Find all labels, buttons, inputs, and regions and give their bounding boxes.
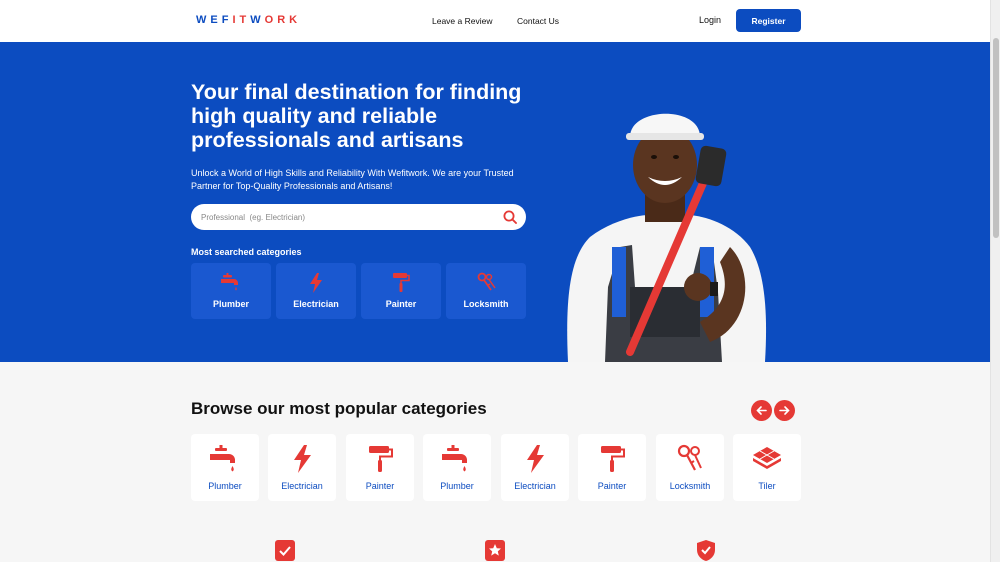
hero-category-label: Painter: [385, 299, 417, 309]
arrow-left-icon: [756, 406, 767, 415]
category-card-locksmith[interactable]: Locksmith: [656, 434, 724, 501]
category-card-tiler[interactable]: Tiler: [733, 434, 801, 501]
lightning-icon: [294, 445, 311, 473]
paint-roller-icon: [393, 273, 410, 292]
search-icon[interactable]: [503, 210, 517, 224]
lightning-icon: [527, 445, 544, 473]
faucet-icon: [442, 445, 467, 472]
register-button[interactable]: Register: [736, 9, 801, 32]
star-badge-icon: [485, 540, 505, 561]
paint-roller-icon: [369, 446, 393, 472]
category-card-plumber-2[interactable]: Plumber: [423, 434, 491, 501]
category-label: Tiler: [758, 481, 776, 491]
lightning-icon: [310, 273, 322, 293]
page-scrollbar[interactable]: [990, 0, 1000, 562]
hero-subtitle: Unlock a World of High Skills and Reliab…: [191, 168, 514, 191]
hero-category-label: Plumber: [212, 299, 249, 309]
keys-icon: [477, 272, 496, 291]
keys-icon: [677, 444, 702, 471]
shield-check-icon: [697, 540, 715, 561]
hero-category-locksmith[interactable]: Locksmith: [446, 263, 526, 319]
wefitwork-logo[interactable]: WEFITWORK: [196, 14, 301, 26]
hero-category-painter[interactable]: Painter: [361, 263, 441, 319]
category-label: Plumber: [440, 481, 474, 491]
hero-category-electrician[interactable]: Electrician: [276, 263, 356, 319]
category-card-painter[interactable]: Painter: [346, 434, 414, 501]
category-label: Locksmith: [669, 481, 711, 491]
site-header: WEFITWORK Leave a Review Contact Us Logi…: [0, 0, 990, 42]
category-label: Plumber: [208, 481, 242, 491]
login-link[interactable]: Login: [699, 15, 721, 25]
category-card-electrician[interactable]: Electrician: [268, 434, 336, 501]
category-label: Painter: [597, 481, 627, 491]
hero-category-plumber[interactable]: Plumber: [191, 263, 271, 319]
paint-roller-icon: [601, 446, 625, 472]
category-label: Electrician: [281, 481, 323, 491]
category-label: Painter: [365, 481, 395, 491]
hero-category-label: Electrician: [293, 299, 339, 309]
search-input[interactable]: [201, 210, 481, 224]
category-card-plumber[interactable]: Plumber: [191, 434, 259, 501]
nav-contact-us-link[interactable]: Contact Us: [517, 16, 559, 26]
checkbox-icon: [275, 540, 295, 561]
hero-title: Your final destination for finding high …: [191, 80, 522, 152]
hero-section: Your final destination for finding high …: [0, 42, 990, 362]
arrow-right-icon: [779, 406, 790, 415]
search-bar: [191, 204, 526, 230]
browse-categories-title: Browse our most popular categories: [191, 399, 487, 418]
carousel-next-button[interactable]: [774, 400, 795, 421]
faucet-icon: [210, 445, 235, 472]
nav-leave-review-link[interactable]: Leave a Review: [432, 16, 492, 26]
most-searched-heading: Most searched categories: [191, 247, 302, 257]
carousel-prev-button[interactable]: [751, 400, 772, 421]
scrollbar-thumb[interactable]: [993, 38, 999, 238]
tiles-icon: [753, 447, 781, 469]
hero-category-label: Locksmith: [463, 299, 509, 309]
category-card-electrician-2[interactable]: Electrician: [501, 434, 569, 501]
worker-photo: [567, 113, 767, 362]
faucet-icon: [221, 273, 238, 291]
category-card-painter-2[interactable]: Painter: [578, 434, 646, 501]
category-label: Electrician: [514, 481, 556, 491]
